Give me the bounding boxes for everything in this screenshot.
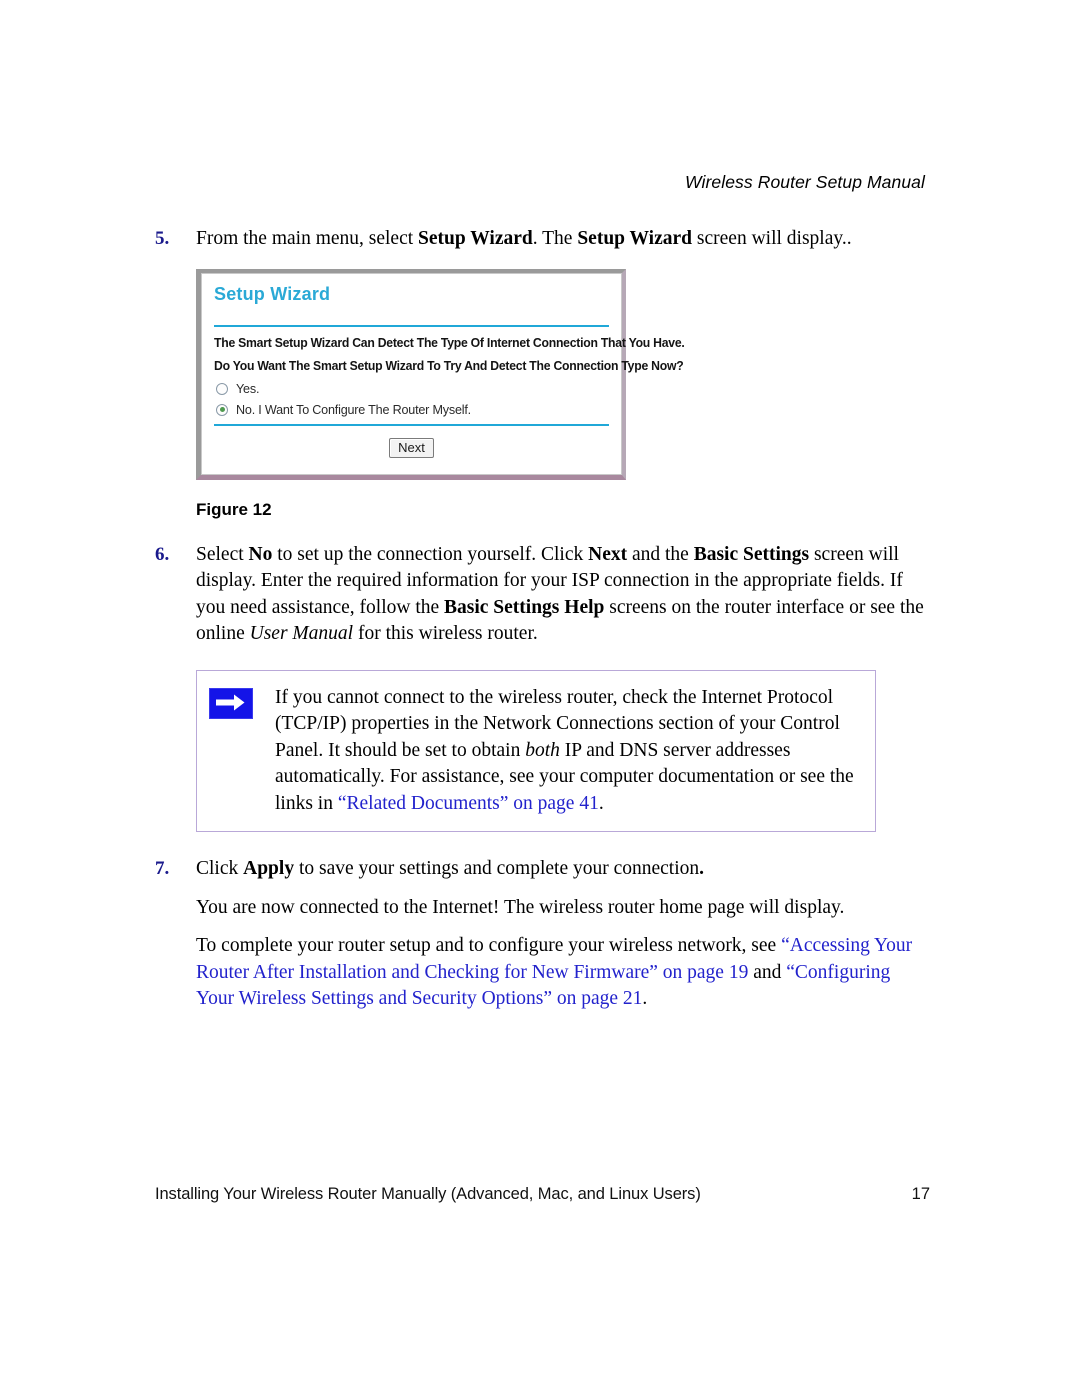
note-text: If you cannot connect to the wireless ro… xyxy=(275,685,865,818)
step-5-number: 5. xyxy=(155,228,170,249)
figure-12-image: Setup Wizard The Smart Setup Wizard Can … xyxy=(196,268,930,480)
document-page: Wireless Router Setup Manual 5. From the… xyxy=(0,0,1080,1397)
text-run: You are now connected to the Internet! T… xyxy=(196,896,845,918)
radio-button-no-icon[interactable] xyxy=(216,403,228,416)
radio-button-yes-icon[interactable] xyxy=(216,382,228,395)
setup-wizard-bottom-rule xyxy=(214,423,609,426)
setup-wizard-panel: Setup Wizard The Smart Setup Wizard Can … xyxy=(201,272,685,475)
radio-option-yes[interactable]: Yes. xyxy=(216,382,609,396)
bold-run: Apply xyxy=(243,858,295,879)
text-run: to set up the connection yourself. Click xyxy=(272,543,589,565)
step-5: 5. From the main menu, select Setup Wiza… xyxy=(155,226,930,253)
page-footer: Installing Your Wireless Router Manually… xyxy=(155,1185,930,1204)
running-header: Wireless Router Setup Manual xyxy=(685,172,925,192)
text-run: and xyxy=(748,961,787,983)
text-run: Click xyxy=(196,858,244,879)
setup-wizard-window: Setup Wizard The Smart Setup Wizard Can … xyxy=(196,268,685,480)
cross-reference-paragraph: To complete your router setup and to con… xyxy=(196,933,930,1013)
cross-reference-link[interactable]: “Related Documents” on page 41 xyxy=(338,793,599,814)
text-run: Select xyxy=(196,543,249,565)
step-6-text: Select No to set up the connection yours… xyxy=(196,542,930,648)
bold-run: No xyxy=(248,543,273,565)
page-content: 5. From the main menu, select Setup Wiza… xyxy=(155,226,930,1013)
next-button[interactable]: Next xyxy=(389,437,434,458)
radio-option-no[interactable]: No. I Want To Configure The Router Mysel… xyxy=(216,403,609,417)
setup-wizard-footer: Next xyxy=(212,432,611,466)
bold-run: Next xyxy=(588,543,628,565)
radio-option-no-label: No. I Want To Configure The Router Mysel… xyxy=(236,402,471,417)
step-5-text: From the main menu, select Setup Wizard.… xyxy=(196,226,930,253)
text-run: . xyxy=(598,792,604,814)
bold-run: . xyxy=(699,858,705,879)
radio-option-yes-label: Yes. xyxy=(236,381,260,396)
bold-run: Setup Wizard xyxy=(577,228,693,249)
step-6-number: 6. xyxy=(155,543,170,565)
step-7: 7. Click Apply to save your settings and… xyxy=(155,856,930,883)
step-6: 6. Select No to set up the connection yo… xyxy=(155,542,930,648)
setup-wizard-prompt-line-1: The Smart Setup Wizard Can Detect The Ty… xyxy=(214,335,685,350)
footer-page-number: 17 xyxy=(911,1185,930,1203)
setup-wizard-prompt-line-2: Do You Want The Smart Setup Wizard To Tr… xyxy=(214,358,684,373)
text-run: screen will display.. xyxy=(692,228,852,249)
italic-run: both xyxy=(525,739,560,761)
italic-run: User Manual xyxy=(249,623,354,644)
bold-run: Setup Wizard xyxy=(418,228,533,249)
bold-run: Basic Settings Help xyxy=(444,596,605,618)
text-run: and the xyxy=(627,543,694,565)
text-run: From the main menu, select xyxy=(196,228,419,249)
step-7-number: 7. xyxy=(155,858,170,879)
footer-title: Installing Your Wireless Router Manually… xyxy=(155,1185,701,1203)
step-7-text: Click Apply to save your settings and co… xyxy=(196,856,930,883)
setup-wizard-title: Setup Wizard xyxy=(214,283,331,304)
connected-paragraph: You are now connected to the Internet! T… xyxy=(196,895,930,922)
setup-wizard-top-rule xyxy=(214,324,609,327)
text-run: . The xyxy=(532,228,578,249)
text-run: . xyxy=(642,988,648,1009)
figure-12-caption: Figure 12 xyxy=(196,499,272,519)
text-run: To complete your router setup and to con… xyxy=(196,935,782,956)
arrow-right-icon xyxy=(209,687,253,719)
text-run: to save your settings and complete your … xyxy=(294,858,700,879)
text-run: for this wireless router. xyxy=(353,623,538,644)
bold-run: Basic Settings xyxy=(693,543,810,565)
note-callout-box: If you cannot connect to the wireless ro… xyxy=(196,669,876,832)
